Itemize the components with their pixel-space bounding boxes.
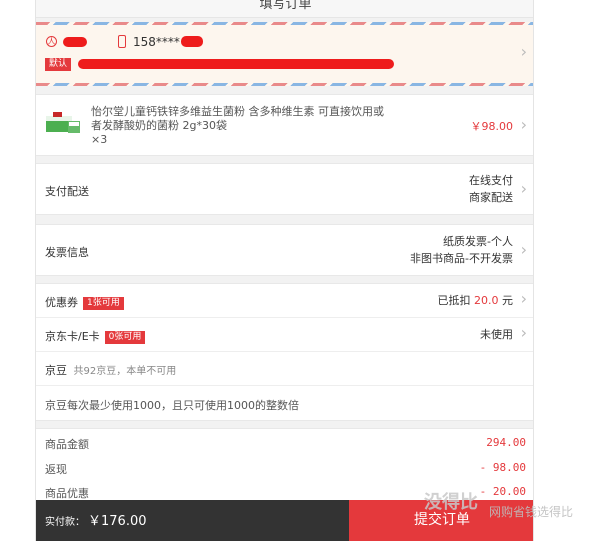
summary-label-cashback: 返现 <box>45 463 67 476</box>
product-name: 怡尔堂儿童钙铁锌多维益生菌粉 含多种维生素 可直接饮用或者发酵酸奶的菌粉 2g*… <box>91 105 384 132</box>
chevron-right-icon: › <box>520 42 527 61</box>
product-thumbnail <box>46 112 80 133</box>
ecard-available-badge: 0张可用 <box>104 331 146 344</box>
jingdou-rule: 京豆每次最少使用1000，且只可使用1000的整数倍 <box>45 399 299 412</box>
ecard-row[interactable]: 京东卡/E卡 0张可用 未使用 › <box>36 318 533 352</box>
phone-number: 158**** <box>133 35 180 49</box>
summary-label-goods: 商品金额 <box>45 438 89 451</box>
page: 填写订单 人 158**** 默认 › 怡尔堂儿童钙铁锌多维益生菌粉 含多种维生… <box>0 0 610 541</box>
phone-icon <box>118 35 126 48</box>
jingdou-rule-row: 京豆每次最少使用1000，且只可使用1000的整数倍 <box>36 386 533 422</box>
coupon-available-badge: 1张可用 <box>83 297 124 310</box>
chevron-right-icon: › <box>520 179 527 198</box>
delivery-method: 商家配送 <box>469 191 513 204</box>
invoice-values: 纸质发票-个人 非图书商品-不开发票 <box>410 233 513 267</box>
default-badge: 默认 <box>45 58 72 71</box>
summary-value-cashback: - 98.00 <box>479 461 526 474</box>
jingdou-note: 共92京豆，本单不可用 <box>73 366 177 377</box>
chevron-right-icon: › <box>520 240 527 259</box>
site-watermark: 没得比 网购省钱选得比 <box>424 488 604 528</box>
page-title: 填写订单 <box>259 0 312 12</box>
ecard-label-wrap: 京东卡/E卡 0张可用 <box>45 328 146 344</box>
envelope-stripe-bottom <box>36 83 533 86</box>
watermark-main: 没得比 <box>424 492 478 513</box>
coupon-value-suffix: 元 <box>502 294 513 307</box>
product-card[interactable]: 怡尔堂儿童钙铁锌多维益生菌粉 含多种维生素 可直接饮用或者发酵酸奶的菌粉 2g*… <box>36 94 533 156</box>
chevron-right-icon: › <box>520 289 527 308</box>
user-icon: 人 <box>46 36 57 47</box>
title-bar: 填写订单 <box>36 0 533 18</box>
payment-delivery-row[interactable]: 支付配送 在线支付 商家配送 › <box>36 163 533 215</box>
order-frame: 填写订单 人 158**** 默认 › 怡尔堂儿童钙铁锌多维益生菌粉 含多种维生… <box>35 0 534 541</box>
jingdou-row: 京豆 共92京豆，本单不可用 <box>36 352 533 386</box>
redacted-name <box>63 37 87 47</box>
payment-values: 在线支付 商家配送 <box>469 172 513 206</box>
envelope-stripe-top <box>36 22 533 25</box>
jingdou-label: 京豆 <box>45 364 67 377</box>
address-card[interactable]: 人 158**** 默认 › <box>36 22 533 86</box>
chevron-right-icon: › <box>520 323 527 342</box>
jingdou-label-wrap: 京豆 共92京豆，本单不可用 <box>45 362 176 378</box>
product-quantity: ×3 <box>91 133 108 146</box>
invoice-type: 纸质发票-个人 <box>443 235 513 248</box>
coupon-value: 已抵扣 20.0 元 <box>438 292 514 309</box>
discount-section: 优惠券 1张可用 已抵扣 20.0 元 › 京东卡/E卡 0张可用 未使用 › 京豆 <box>36 283 533 422</box>
invoice-label: 发票信息 <box>45 246 89 259</box>
payment-method: 在线支付 <box>469 174 513 187</box>
coupon-amount: 20.0 <box>474 294 499 307</box>
invoice-row[interactable]: 发票信息 纸质发票-个人 非图书商品-不开发票 › <box>36 224 533 276</box>
coupon-label-wrap: 优惠券 1张可用 <box>45 294 124 310</box>
redacted-phone <box>181 36 203 47</box>
invoice-content: 非图书商品-不开发票 <box>410 252 513 265</box>
redacted-address <box>78 59 394 69</box>
ecard-label: 京东卡/E卡 <box>45 330 100 343</box>
coupon-value-prefix: 已抵扣 <box>437 294 471 307</box>
ecard-value: 未使用 <box>480 328 513 341</box>
summary-label-discount: 商品优惠 <box>45 487 89 500</box>
chevron-right-icon: › <box>520 115 527 134</box>
total-amount: ￥176.00 <box>88 514 147 529</box>
coupon-row[interactable]: 优惠券 1张可用 已抵扣 20.0 元 › <box>36 284 533 318</box>
product-price: ￥98.00 <box>470 120 514 133</box>
watermark-sub: 网购省钱选得比 <box>489 505 574 519</box>
payment-label: 支付配送 <box>45 185 89 198</box>
total-label: 实付款： <box>45 517 85 528</box>
summary-value-goods: 294.00 <box>486 436 526 449</box>
coupon-label: 优惠券 <box>45 296 78 309</box>
